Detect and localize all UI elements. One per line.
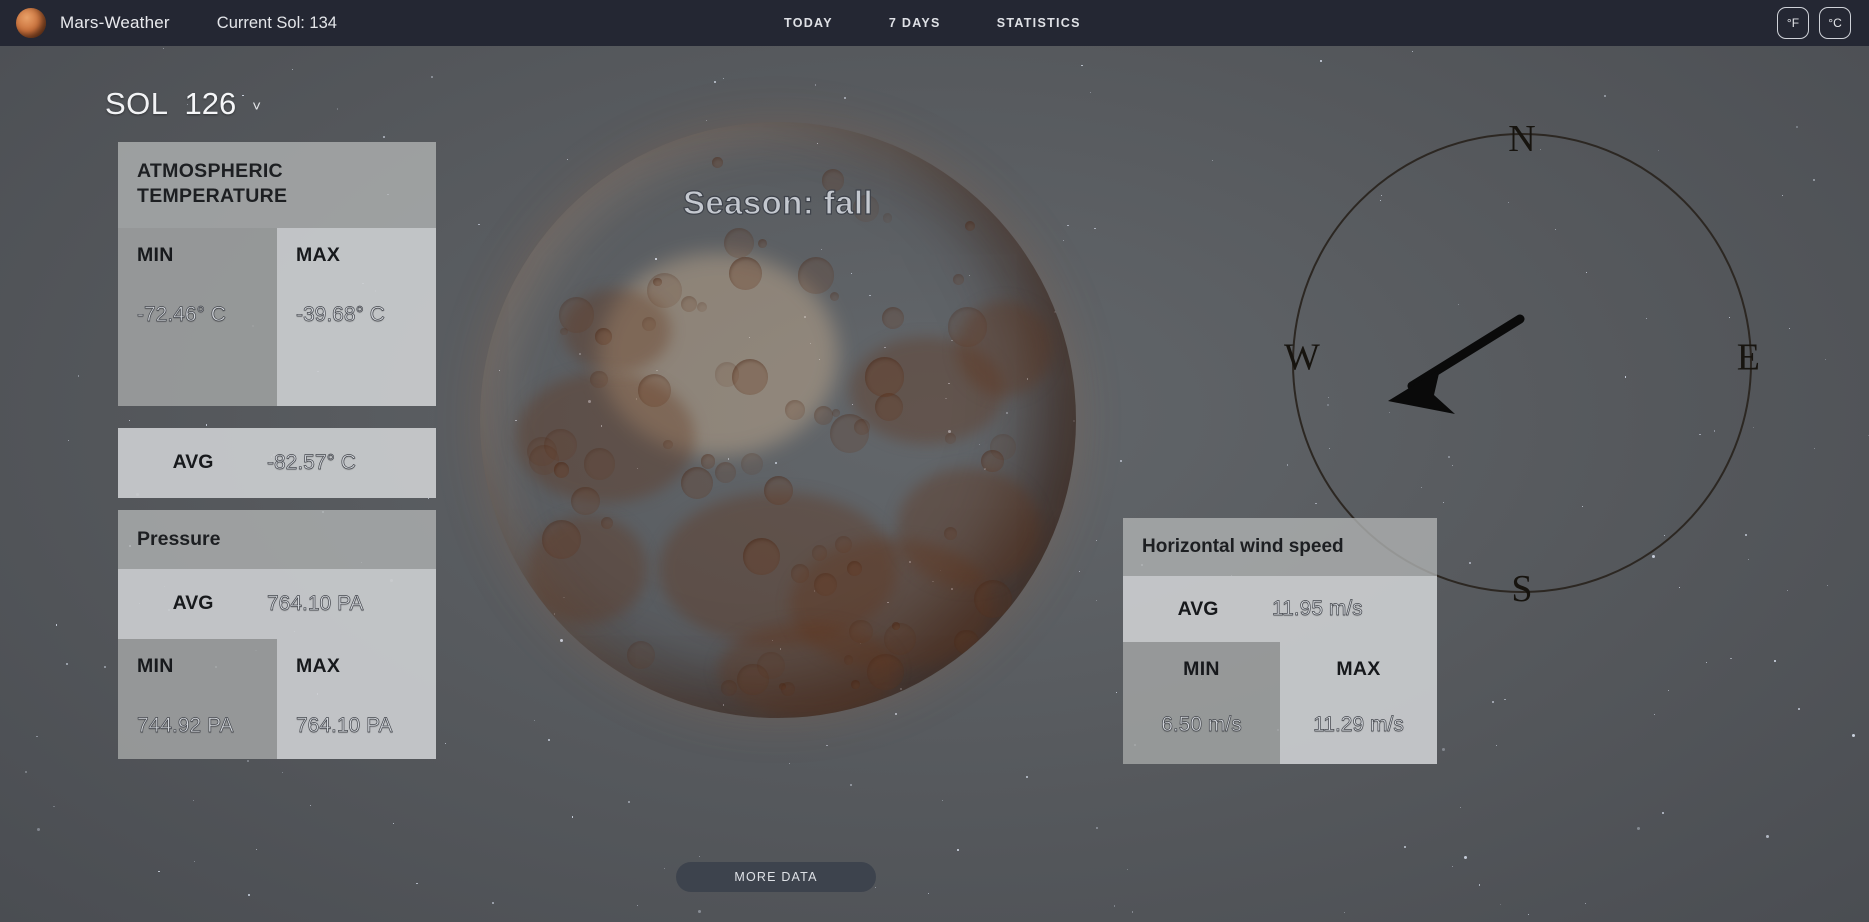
nav-item-statistics[interactable]: STATISTICS: [997, 16, 1081, 30]
season-label: Season: fall: [682, 183, 874, 221]
temperature-minmax-row: MIN -72.46° C MAX -39.68° C: [118, 227, 436, 406]
pressure-avg-value: 764.10 PA: [267, 591, 364, 616]
horizontal-wind-speed-card: Horizontal wind speed AVG 11.95 m/s MIN …: [1123, 518, 1437, 765]
sol-selector[interactable]: SOL 126 ˅: [105, 86, 261, 122]
pressure-avg-label: AVG: [172, 592, 214, 615]
wind-min-value: 6.50 m/s: [1161, 713, 1242, 737]
brand-name: Mars-Weather: [60, 13, 170, 32]
temperature-min-value: -72.46° C: [137, 302, 227, 327]
wind-min-cell: MIN 6.50 m/s: [1123, 642, 1280, 765]
temperature-avg-row: AVG -82.57° C: [118, 427, 436, 498]
wind-max-label: MAX: [1336, 658, 1381, 681]
card-spacer: [118, 406, 436, 428]
temperature-min-label: MIN: [137, 243, 174, 266]
wind-max-cell: MAX 11.29 m/s: [1280, 642, 1437, 765]
wind-avg-value: 11.95 m/s: [1272, 597, 1363, 621]
pressure-max-label: MAX: [296, 654, 341, 677]
brand[interactable]: Mars-Weather: [0, 8, 170, 38]
atmospheric-temperature-card: ATMOSPHERIC TEMPERATURE MIN -72.46° C MA…: [118, 142, 436, 498]
pressure-card: Pressure AVG 764.10 PA MIN 744.92 PA MAX…: [118, 510, 436, 759]
sol-label: SOL: [105, 86, 169, 121]
temperature-max-value: -39.68° C: [296, 302, 386, 327]
temperature-max-cell: MAX -39.68° C: [277, 227, 436, 406]
chevron-down-icon[interactable]: ˅: [252, 98, 261, 115]
wind-card-title: Horizontal wind speed: [1123, 518, 1437, 577]
mars-globe: Season: fall: [480, 122, 1076, 718]
temperature-min-cell: MIN -72.46° C: [118, 227, 277, 406]
pressure-min-value: 744.92 PA: [137, 713, 234, 738]
nav-item-7-days[interactable]: 7 DAYS: [889, 16, 941, 30]
temperature-avg-value: -82.57° C: [267, 450, 357, 475]
wind-avg-row: AVG 11.95 m/s: [1123, 576, 1437, 643]
temperature-card-title: ATMOSPHERIC TEMPERATURE: [118, 142, 436, 228]
mars-planet-icon: [16, 8, 46, 38]
temperature-max-label: MAX: [296, 243, 341, 266]
pressure-max-value: 764.10 PA: [296, 713, 393, 738]
wind-max-value: 11.29 m/s: [1313, 713, 1404, 737]
fahrenheit-button[interactable]: °F: [1777, 7, 1809, 39]
mars-weather-app: Mars-Weather Current Sol: 134 TODAY 7 DA…: [0, 0, 1869, 922]
pressure-max-cell: MAX 764.10 PA: [277, 638, 436, 759]
app-header: Mars-Weather Current Sol: 134 TODAY 7 DA…: [0, 0, 1869, 46]
wind-minmax-row: MIN 6.50 m/s MAX 11.29 m/s: [1123, 642, 1437, 765]
pressure-minmax-row: MIN 744.92 PA MAX 764.10 PA: [118, 638, 436, 759]
pressure-card-title: Pressure: [118, 510, 436, 569]
more-data-button[interactable]: MORE DATA: [676, 862, 876, 892]
main-nav: TODAY 7 DAYS STATISTICS: [784, 0, 1081, 46]
pressure-min-label: MIN: [137, 654, 174, 677]
current-sol-label: Current Sol: 134: [216, 13, 337, 32]
temperature-avg-label: AVG: [172, 451, 214, 474]
sol-value: 126: [184, 86, 237, 121]
celsius-button[interactable]: °C: [1819, 7, 1851, 39]
wind-min-label: MIN: [1183, 658, 1220, 681]
nav-item-today[interactable]: TODAY: [784, 16, 833, 30]
unit-toggle-group: °F °C: [1777, 0, 1851, 46]
pressure-min-cell: MIN 744.92 PA: [118, 638, 277, 759]
wind-avg-label: AVG: [1177, 597, 1219, 620]
pressure-avg-row: AVG 764.10 PA: [118, 568, 436, 639]
